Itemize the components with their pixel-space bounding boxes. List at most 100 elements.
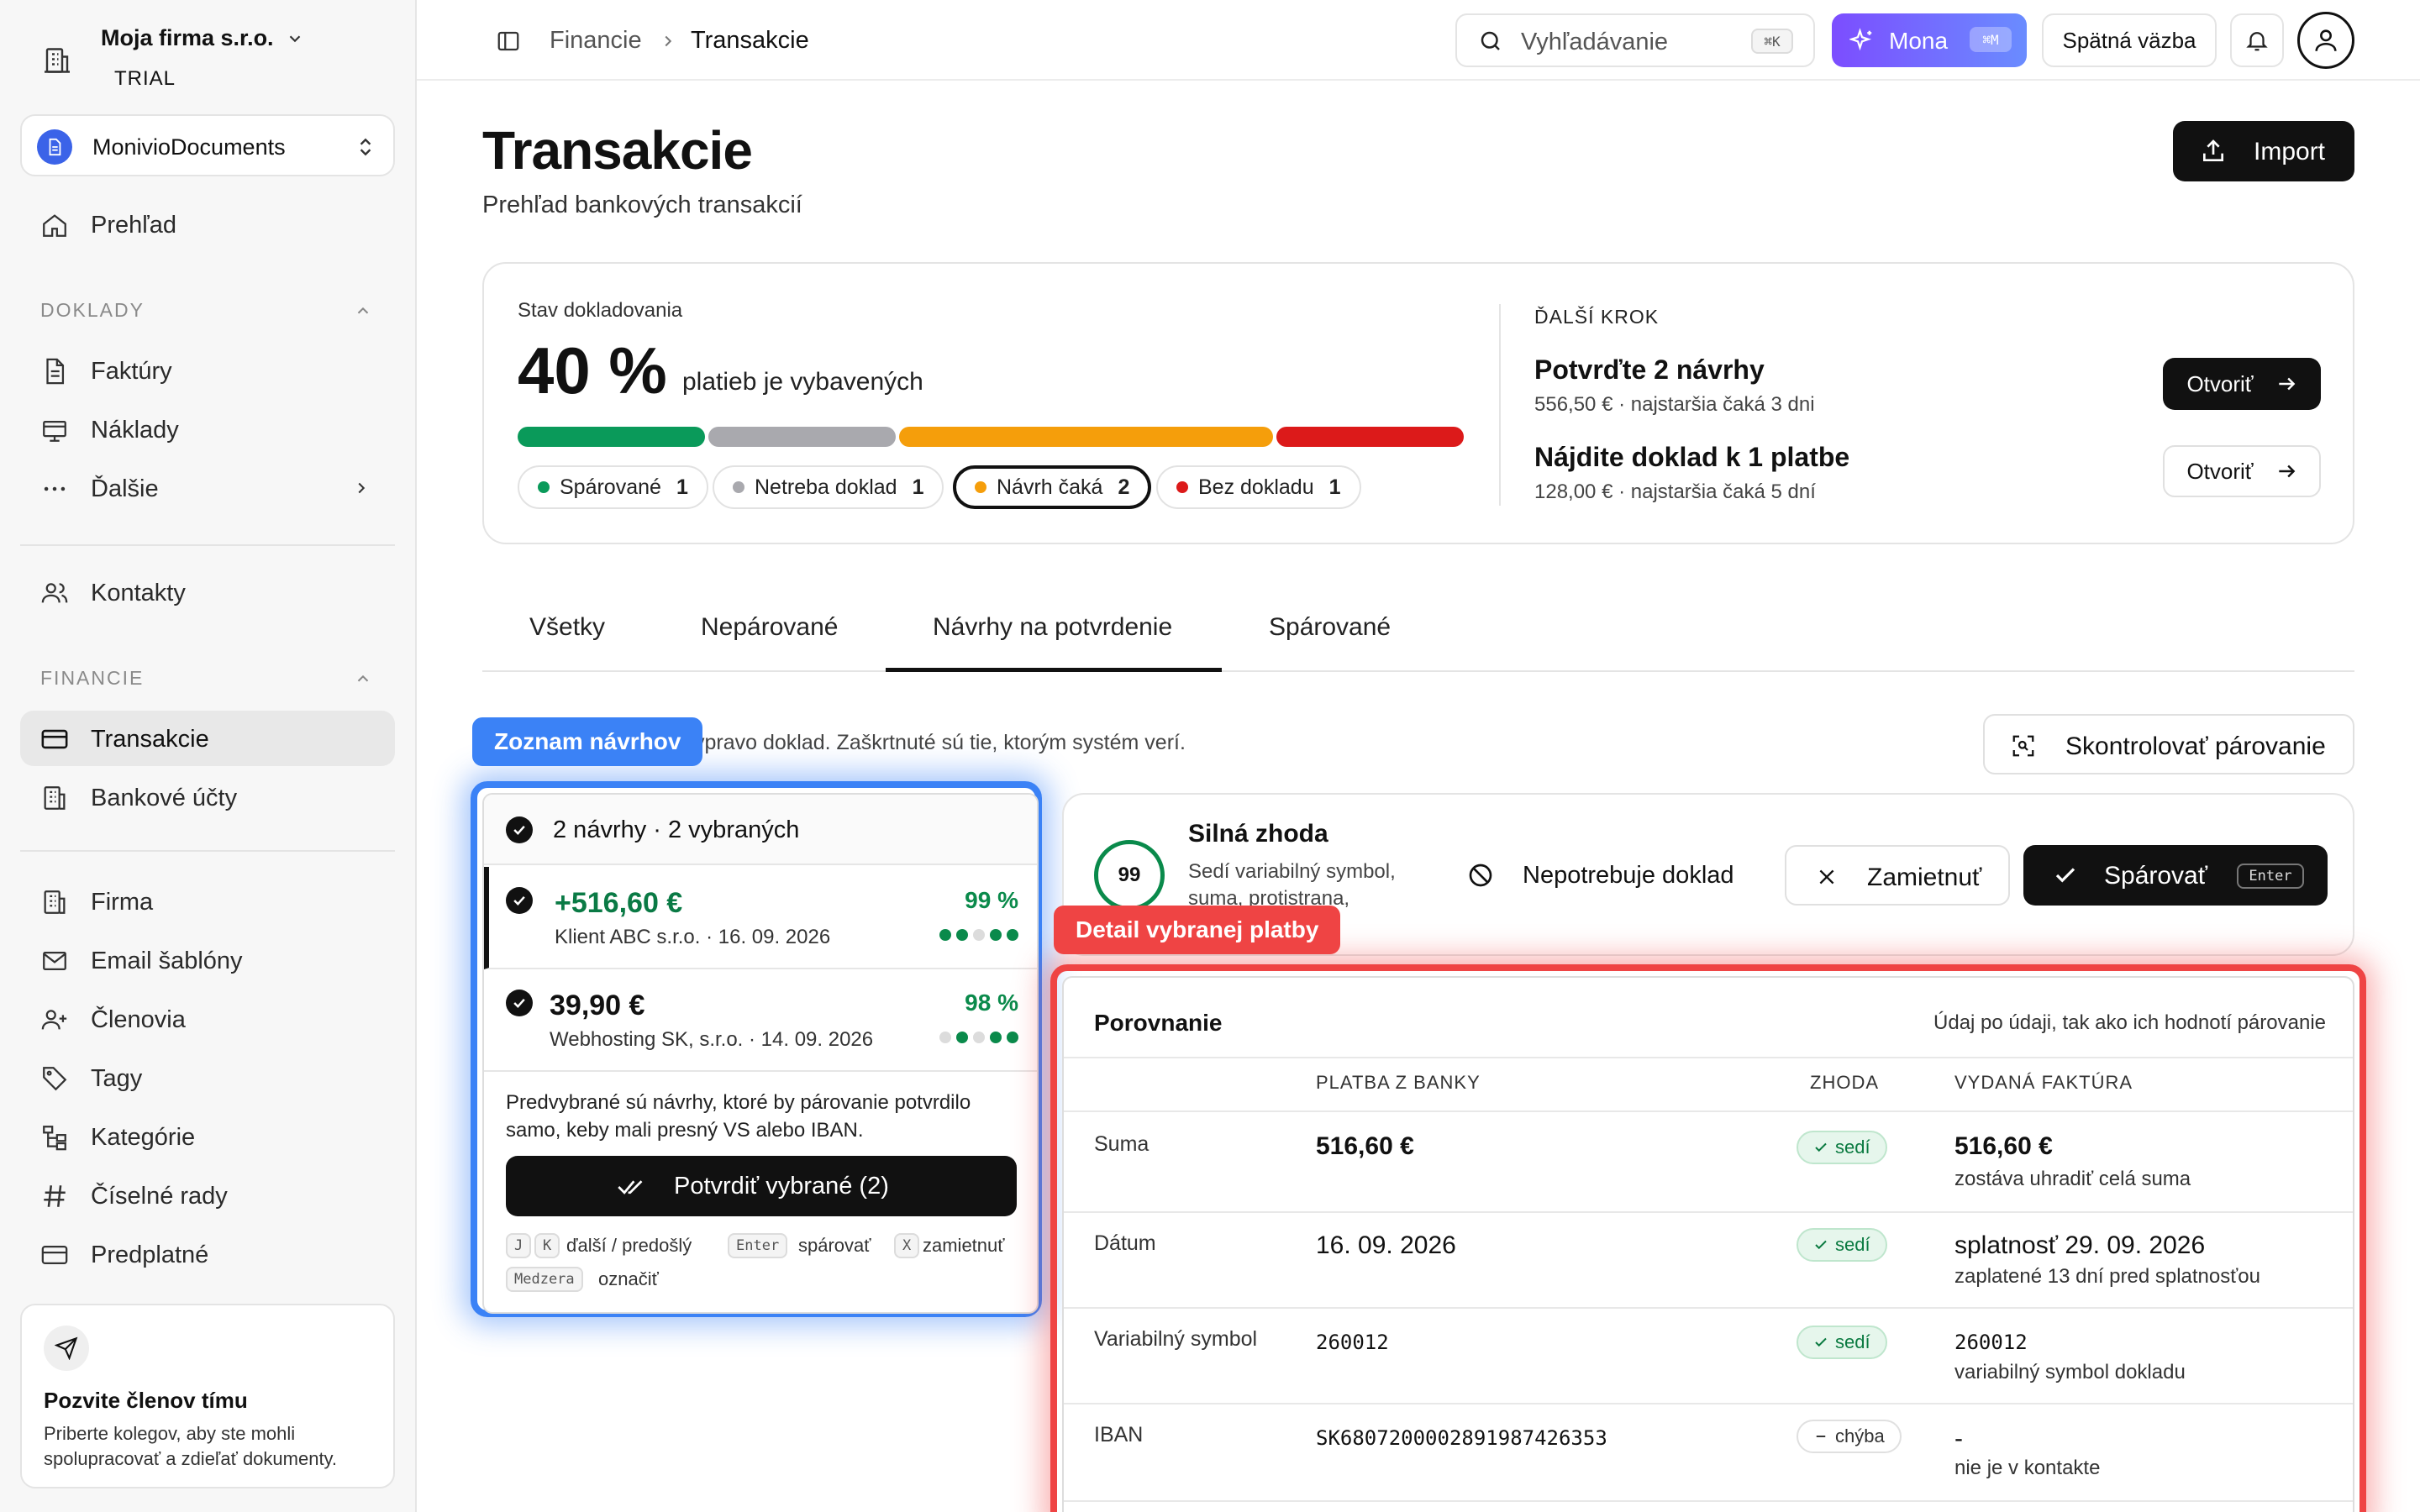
reject-label: Zamietnuť — [1867, 864, 1982, 891]
sidebar-item-overview[interactable]: Prehľad — [20, 197, 395, 252]
search-input[interactable]: Vyhľadávanie ⌘K — [1455, 13, 1815, 67]
shortcut-text: ďalší / predošlý — [566, 1235, 692, 1256]
sidebar-item-email-templates[interactable]: Email šablóny — [20, 932, 395, 988]
shortcut-key: X — [894, 1233, 920, 1258]
sidebar-item-tags[interactable]: Tagy — [20, 1050, 395, 1105]
tag-icon — [39, 1063, 71, 1095]
tabs-underline — [482, 670, 2354, 672]
chevron-right-icon — [655, 29, 681, 54]
sidebar-item-bank-accounts[interactable]: Bankové účty — [20, 769, 395, 825]
status-card: Stav dokladovania 40 % platieb je vybave… — [482, 262, 2354, 544]
section-docs-label: DOKLADY — [40, 299, 145, 321]
chevron-up-icon[interactable] — [353, 669, 373, 689]
sidebar-item-label: Predplatné — [91, 1242, 209, 1268]
proposal-count: 2 návrhy · 2 vybraných — [553, 816, 800, 843]
sidebar-item-transactions[interactable]: Transakcie — [20, 711, 395, 766]
invoice-sub: variabilný symbol dokladu — [1954, 1361, 2186, 1383]
shortcut-key: J — [506, 1233, 532, 1258]
open-button[interactable]: Otvoriť — [2163, 445, 2321, 497]
sidebar-item-label: Ďalšie — [91, 475, 159, 502]
helper-text: vpravo doklad. Zaškrtnuté sú tie, ktorým… — [694, 731, 1186, 754]
row-label: Dátum — [1094, 1231, 1156, 1255]
pair-button[interactable]: Spárovať Enter — [2023, 845, 2328, 906]
sparkle-icon — [1849, 27, 1876, 54]
sidebar-item-contacts[interactable]: Kontakty — [20, 564, 395, 620]
sidebar-item-number-series[interactable]: Číselné rady — [20, 1168, 395, 1223]
ban-icon[interactable] — [1465, 860, 1496, 890]
proposal-desc: Webhosting SK, s.r.o. · 14. 09. 2026 — [550, 1028, 874, 1051]
not-needed-button[interactable]: Nepotrebuje doklad — [1523, 862, 1734, 890]
proposal-amount: 39,90 € — [550, 990, 645, 1021]
assistant-label: Mona — [1889, 28, 1949, 54]
sidebar-item-invoices[interactable]: Faktúry — [20, 343, 395, 398]
feedback-button[interactable]: Spätná väzba — [2042, 13, 2217, 67]
avatar[interactable] — [2297, 12, 2354, 69]
tab-all[interactable]: Všetky — [529, 613, 605, 642]
progress-segment — [1276, 427, 1464, 447]
org-switcher[interactable]: Moja firma s.r.o. — [101, 25, 304, 51]
chip-paired[interactable]: Spárované 1 — [518, 465, 708, 509]
sidebar-item-subscription[interactable]: Predplatné — [20, 1226, 395, 1282]
chip-no-document[interactable]: Bez dokladu 1 — [1156, 465, 1361, 509]
shortcut-text: zamietnuť — [923, 1235, 1005, 1256]
notifications-button[interactable] — [2230, 13, 2284, 67]
shortcut-key: Medzera — [506, 1267, 583, 1292]
match-sub: Sedí variabilný symbol, suma, protistran… — [1188, 860, 1396, 910]
tab-paired[interactable]: Spárované — [1269, 613, 1391, 642]
sidebar-toggle-icon[interactable] — [494, 27, 523, 55]
assistant-button[interactable]: Mona ⌘M — [1832, 13, 2027, 67]
proposal-list-header[interactable]: 2 návrhy · 2 vybraných — [484, 795, 1037, 865]
check-circle-icon[interactable] — [506, 887, 533, 914]
divider — [1064, 1500, 2353, 1502]
org-name: Moja firma s.r.o. — [101, 25, 274, 50]
check-pairing-button[interactable]: Skontrolovať párovanie — [1983, 714, 2354, 774]
bank-value: SK6807200002891987426353 — [1316, 1426, 1607, 1450]
status-badge: chýba — [1797, 1420, 1902, 1453]
list-tag: Zoznam návrhov — [472, 717, 703, 766]
progress-segment — [518, 427, 705, 447]
check-icon — [1813, 1335, 1828, 1350]
check-circle-icon[interactable] — [506, 816, 533, 843]
bank-value: 516,60 € — [1316, 1132, 1414, 1160]
tab-unpaired[interactable]: Nepárované — [701, 613, 838, 642]
sidebar-item-label: Bankové účty — [91, 785, 238, 811]
sidebar-item-members[interactable]: Členovia — [20, 991, 395, 1047]
list-item[interactable]: 39,90 € Webhosting SK, s.r.o. · 14. 09. … — [484, 969, 1037, 1072]
divider — [1064, 1403, 2353, 1404]
pair-label: Spárovať — [2104, 862, 2207, 890]
org-plan: TRIAL — [114, 67, 176, 90]
chip-count: 1 — [676, 475, 688, 499]
sidebar-item-more[interactable]: Ďalšie — [20, 460, 395, 516]
status-badge-label: sedí — [1835, 1234, 1870, 1255]
detail-tag: Detail vybranej platby — [1054, 906, 1341, 954]
import-button[interactable]: Import — [2173, 121, 2354, 181]
invoice-value: - — [1954, 1425, 1963, 1452]
reject-button[interactable]: Zamietnuť — [1785, 845, 2010, 906]
check-circle-icon[interactable] — [506, 990, 533, 1016]
invite-card[interactable]: Pozvite členov tímu Priberte kolegov, ab… — [20, 1304, 395, 1488]
list-item[interactable]: +516,60 € Klient ABC s.r.o. · 16. 09. 20… — [484, 867, 1037, 969]
tab-proposals[interactable]: Návrhy na potvrdenie — [933, 613, 1172, 642]
chevron-up-icon[interactable] — [353, 301, 373, 321]
credit-card-icon — [39, 723, 71, 755]
sidebar-item-company[interactable]: Firma — [20, 874, 395, 929]
comparison-title: Porovnanie — [1094, 1010, 1223, 1036]
next-step-title: Potvrďte 2 návrhy — [1534, 354, 1765, 385]
sidebar-item-costs[interactable]: Náklady — [20, 402, 395, 457]
user-icon — [2312, 26, 2340, 55]
status-badge: sedí — [1797, 1131, 1887, 1164]
assistant-shortcut: ⌘M — [1970, 27, 2012, 52]
proposal-score: 99 % — [965, 887, 1018, 913]
sidebar-item-categories[interactable]: Kategórie — [20, 1109, 395, 1164]
invoice-icon — [39, 355, 71, 387]
scan-icon — [2010, 732, 2037, 759]
open-button[interactable]: Otvoriť — [2163, 358, 2321, 410]
confirm-selected-button[interactable]: Potvrdiť vybrané (2) — [506, 1156, 1017, 1216]
workspace-switcher[interactable]: MonivioDocuments — [20, 114, 395, 176]
sidebar-item-label: Prehľad — [91, 212, 176, 239]
chip-no-doc-needed[interactable]: Netreba doklad 1 — [713, 465, 944, 509]
chip-proposal-waiting[interactable]: Návrh čaká 2 — [953, 465, 1152, 509]
breadcrumb-root[interactable]: Financie — [550, 27, 642, 55]
chip-label: Bez dokladu — [1198, 475, 1314, 499]
status-dot — [733, 481, 744, 493]
